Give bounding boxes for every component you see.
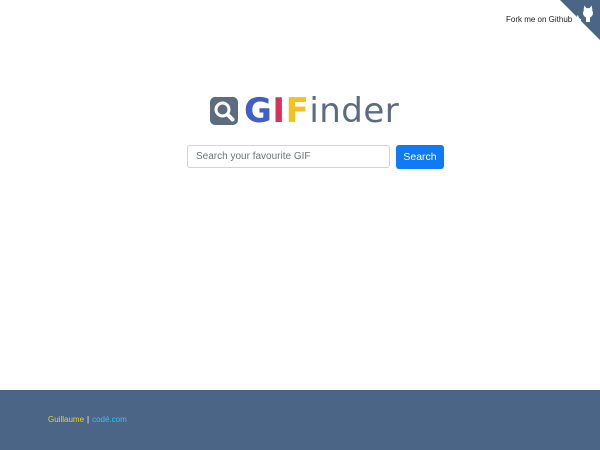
logo-letter-i: I [272,91,286,131]
footer: Guillaume | codé.com [0,390,600,450]
footer-separator: | [87,415,90,424]
footer-author-link[interactable]: Guillaume [48,415,84,424]
gifinder-logo: GIFinder [210,91,399,131]
search-button[interactable]: Search [396,145,444,169]
search-input[interactable] [187,145,390,168]
footer-credits: Guillaume | codé.com [48,415,127,424]
footer-site-link[interactable]: codé.com [92,415,127,424]
logo-letter-g: G [244,91,273,131]
magnifier-icon [210,97,238,125]
logo-wordmark: GIFinder [244,91,399,131]
github-corner[interactable] [560,0,600,40]
page: Fork me on Github GIFinder Search Guilla… [0,0,600,450]
logo-word-rest: inder [309,91,400,131]
logo-letter-f: F [285,91,310,131]
